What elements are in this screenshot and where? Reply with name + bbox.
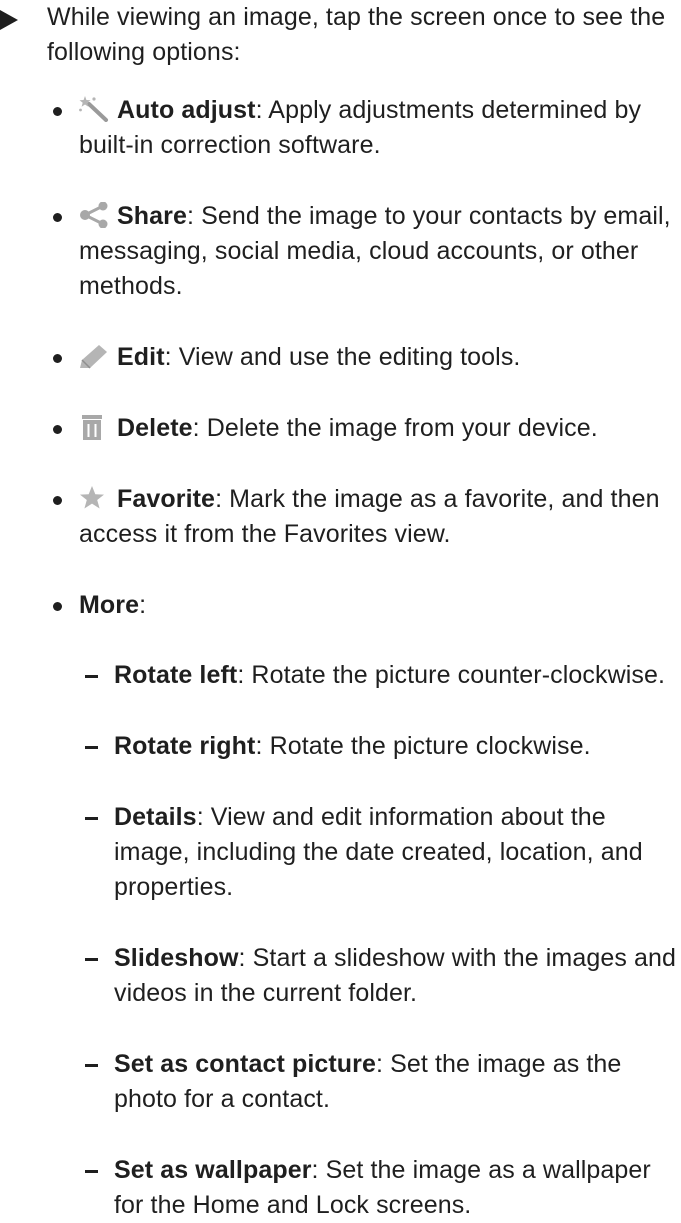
dash-marker (85, 958, 98, 961)
step-arrow-icon (0, 10, 18, 30)
option-description: : Delete the image from your device. (192, 414, 598, 442)
bullet-dot (53, 602, 62, 611)
option-description: : (139, 591, 147, 619)
delete-icon (79, 414, 109, 440)
option-term: Auto adjust (117, 96, 256, 124)
option-term: More (79, 591, 140, 619)
auto-adjust-icon (79, 96, 109, 122)
more-item-term: Set as wallpaper (114, 1156, 312, 1184)
more-item-term: Rotate right (114, 732, 256, 760)
option-term: Edit (117, 343, 165, 371)
favorite-icon (79, 485, 109, 511)
more-item-term: Rotate left (114, 661, 238, 689)
option-term: Share (117, 202, 187, 230)
dash-marker (85, 1064, 98, 1067)
share-icon (79, 202, 109, 228)
bullet-dot (53, 496, 62, 505)
option-term: Delete (117, 414, 193, 442)
bullet-dot (53, 354, 62, 363)
dash-marker (85, 675, 98, 678)
bullet-dot (53, 213, 62, 222)
option-term: Favorite (117, 485, 216, 513)
edit-icon (79, 343, 109, 369)
option-description: : View and use the editing tools. (164, 343, 521, 371)
dash-marker (85, 817, 98, 820)
more-item-term: Slideshow (114, 944, 239, 972)
more-item-description: : Rotate the picture counter-clockwise. (237, 661, 666, 689)
more-item-description: : Rotate the picture clockwise. (255, 732, 591, 760)
dash-marker (85, 746, 98, 749)
bullet-dot (53, 107, 62, 116)
intro-text: While viewing an image, tap the screen o… (47, 3, 666, 66)
dash-marker (85, 1170, 98, 1173)
bullet-dot (53, 425, 62, 434)
more-item-term: Set as contact picture (114, 1050, 377, 1078)
more-item-term: Details (114, 803, 197, 831)
